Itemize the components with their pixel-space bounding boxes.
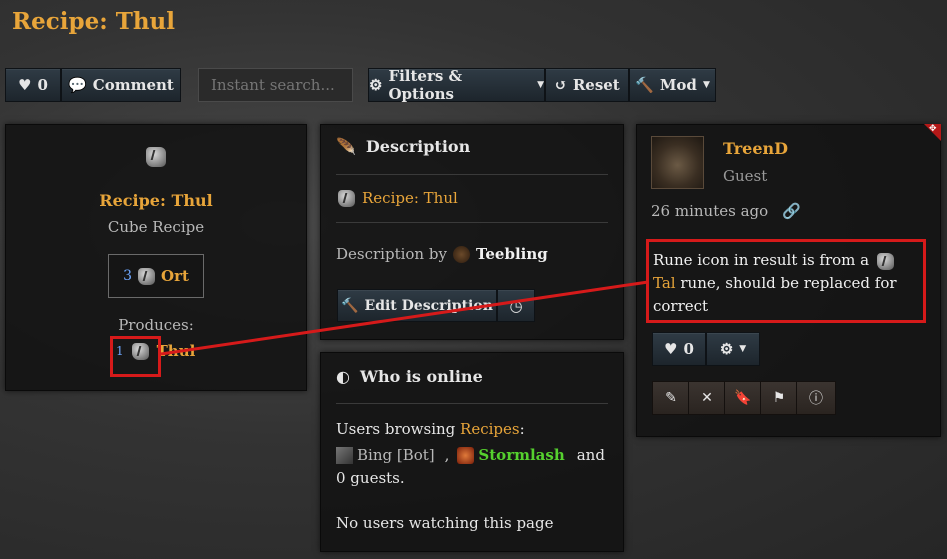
annotation-arrow [160, 280, 649, 356]
annotation-line [160, 280, 649, 356]
